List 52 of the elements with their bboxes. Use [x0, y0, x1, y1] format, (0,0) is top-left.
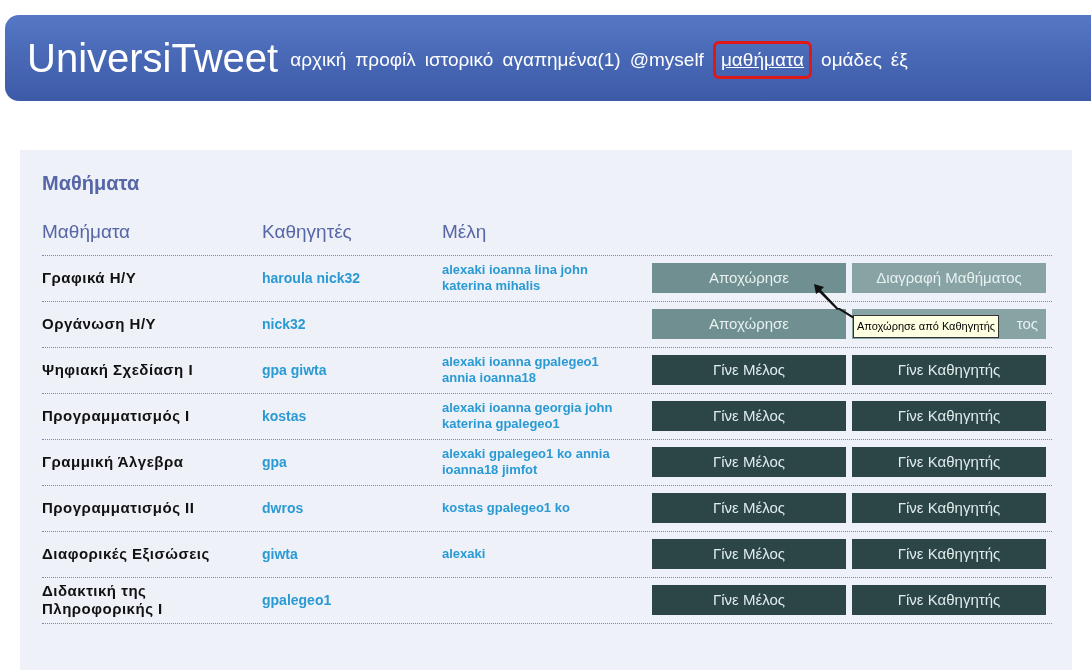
action-button[interactable]: Γίνε Μέλος [652, 355, 846, 385]
course-name: Διδακτική της Πληροφορικής Ι [42, 582, 164, 618]
member-links[interactable]: alexaki ioanna gpalegeo1 annia ioanna18 [442, 354, 652, 386]
action-button[interactable]: Γίνε Καθηγητής [852, 539, 1046, 569]
member-links[interactable]: alexaki ioanna georgia john katerina gpalegeo1 [442, 400, 652, 432]
site-title: UniversiTweet [27, 38, 279, 78]
teacher-links[interactable]: dwros [262, 497, 304, 519]
action-button[interactable]: Γίνε Καθηγητής [852, 447, 1046, 477]
action-button[interactable]: Γίνε Μέλος [652, 585, 846, 615]
course-name: Διαφορικές Εξισώσεις [42, 545, 210, 563]
column-header: Καθηγητές [262, 220, 352, 244]
column-header: Μέλη [442, 220, 487, 244]
member-links[interactable]: alexaki gpalegeo1 ko annia ioanna18 jimfot [442, 446, 652, 478]
teacher-links[interactable]: gpa giwta [262, 359, 327, 381]
leader-line [838, 308, 854, 318]
teacher-links[interactable]: gpalegeo1 [262, 589, 332, 611]
cursor-arrow-icon [812, 282, 840, 310]
nav-link[interactable]: ομάδες [821, 45, 882, 75]
member-links[interactable]: alexaki [442, 546, 652, 562]
action-button[interactable]: Αποχώρησε [652, 263, 846, 293]
action-button[interactable]: Αποχώρησε [652, 309, 846, 339]
action-button[interactable]: Γίνε Μέλος [652, 401, 846, 431]
action-button[interactable]: Γίνε Καθηγητής [852, 401, 1046, 431]
teacher-links[interactable]: gpa [262, 451, 287, 473]
tooltip: Αποχώρησε από Καθηγητής [853, 315, 1000, 338]
action-button[interactable]: Γίνε Μέλος [652, 447, 846, 477]
action-button[interactable]: Γίνε Μέλος [652, 493, 846, 523]
nav-link[interactable]: έξ [890, 45, 908, 75]
teacher-links[interactable]: giwta [262, 543, 298, 565]
member-links[interactable]: kostas gpalegeo1 ko [442, 500, 652, 516]
nav-link[interactable]: προφίλ [355, 45, 416, 75]
course-name: Γραφικά Η/Υ [42, 269, 137, 287]
member-links[interactable]: alexaki ioanna lina john katerina mihalis [442, 262, 652, 294]
action-button[interactable]: Γίνε Καθηγητής [852, 585, 1046, 615]
nav-link[interactable]: αγαπημένα(1) [502, 45, 621, 75]
action-button[interactable]: Γίνε Καθηγητής [852, 493, 1046, 523]
course-name: Προγραμματισμός Ι [42, 407, 190, 425]
nav-link[interactable]: αρχική [290, 45, 347, 75]
panel-title: Μαθήματα [42, 171, 140, 196]
nav-link[interactable]: μαθήματα [712, 40, 813, 80]
course-name: Οργάνωση Η/Υ [42, 315, 157, 333]
nav-link[interactable]: ιστορικό [424, 45, 494, 75]
teacher-links[interactable]: haroula nick32 [262, 267, 361, 289]
teacher-links[interactable]: kostas [262, 405, 307, 427]
course-name: Ψηφιακή Σχεδίαση Ι [42, 361, 194, 379]
column-header: Μαθήματα [42, 220, 131, 244]
nav-link[interactable]: @myself [629, 45, 704, 75]
teacher-links[interactable]: nick32 [262, 313, 306, 335]
action-button[interactable]: Γίνε Μέλος [652, 539, 846, 569]
course-name: Γραμμική Άλγεβρα [42, 453, 184, 471]
course-name: Προγραμματισμός ΙΙ [42, 499, 195, 517]
action-button[interactable]: Γίνε Καθηγητής [852, 355, 1046, 385]
